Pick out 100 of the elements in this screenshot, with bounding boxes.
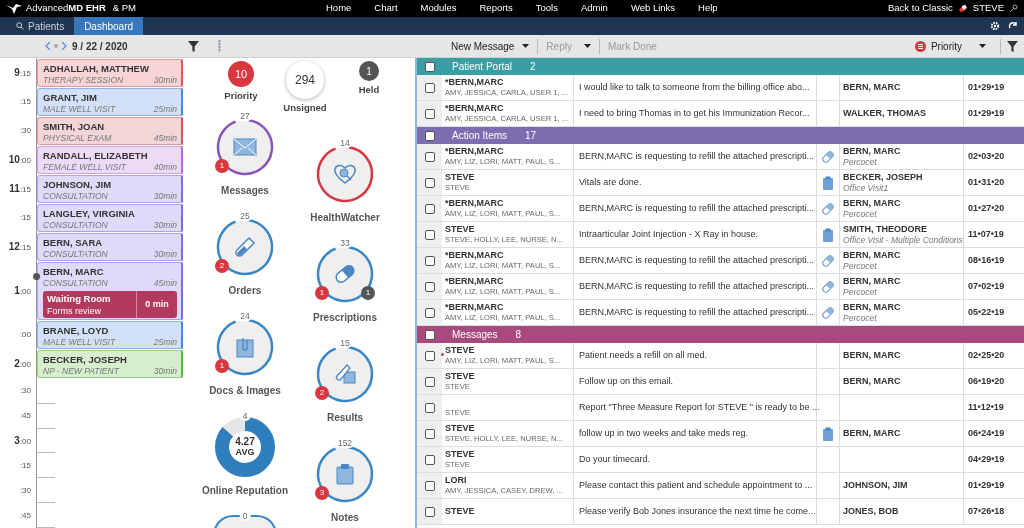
appointment-card[interactable]: BRANE, LOYD MALE WELL VISIT 25min [37, 321, 183, 349]
menu-item[interactable]: Help [698, 1, 718, 16]
checkbox[interactable] [424, 281, 435, 292]
appointment-card[interactable]: RANDALL, ELIZABETH FEMALE WELL VISIT 40min [37, 146, 183, 174]
widget-label[interactable]: Prescriptions [313, 310, 377, 326]
group-header[interactable]: Messages 8 [417, 326, 1024, 343]
time-label: 9:15 [14, 68, 31, 78]
message-date: 11•07•19 [968, 227, 1004, 241]
counter-label[interactable]: Unsigned [283, 101, 327, 116]
sender: STEVE [445, 371, 476, 382]
menu-item[interactable]: Reports [479, 1, 513, 16]
checkbox[interactable] [424, 255, 435, 266]
checkbox[interactable] [424, 428, 435, 439]
filter-icon[interactable] [187, 40, 199, 52]
widget-label[interactable]: Online Reputation [201, 483, 289, 499]
next-day-icon[interactable] [61, 42, 67, 50]
sender: STEVE [445, 506, 476, 517]
checkbox[interactable] [424, 108, 435, 119]
bird-logo-icon [6, 3, 22, 14]
checkbox[interactable] [424, 480, 435, 491]
back-to-classic-link[interactable]: Back to Classic [887, 1, 953, 16]
checkbox[interactable] [424, 307, 435, 318]
checkbox[interactable] [424, 329, 435, 340]
app-logo-suffix: & PM [112, 1, 136, 16]
checkbox[interactable] [424, 350, 435, 361]
widget-label[interactable]: HealthWatcher [310, 210, 380, 226]
menu-item[interactable]: Home [326, 1, 352, 16]
refresh-icon[interactable] [1008, 21, 1018, 31]
appointment-card[interactable]: BECKER, JOSEPH NP - NEW PATIENT 30min [37, 350, 183, 378]
time-label: :30 [19, 387, 31, 396]
message-preview: BERN,MARC is requesting to refill the attached prescripti... [579, 305, 815, 319]
checkbox[interactable] [424, 454, 435, 465]
counter-label[interactable]: Held [358, 83, 380, 98]
widget-label[interactable]: Results [326, 410, 364, 426]
appointment-card[interactable]: LANGLEY, VIRGINIA CONSULTATION 30min [37, 204, 183, 232]
message-preview: BERN,MARC is requesting to refill the attached prescripti... [579, 253, 815, 267]
widget-count: 27 [237, 111, 253, 122]
badge-count: 2 [215, 259, 229, 274]
widget-count: 14 [337, 138, 353, 149]
time-label: :15 [19, 214, 31, 222]
appointment-card[interactable]: JOHNSON, JIM CONSULTATION 30min [37, 175, 183, 203]
badge-count: 1 [315, 286, 329, 301]
appointment-card[interactable]: BERN, SARA CONSULTATION 30min [37, 233, 183, 261]
appointment-card[interactable]: ADHALLAH, MATTHEW THERAPY SESSION 30min [37, 59, 183, 87]
visit-detail: Percocet [843, 208, 878, 220]
message-row[interactable]: STEVE Please verify Bob Jones insurance the next time he come... JONES, BOB 07•26•18 [417, 499, 1024, 525]
patient-name: RANDALL, ELIZABETH [43, 149, 149, 162]
settings-icon[interactable] [990, 21, 1000, 31]
visit-type: CONSULTATION [43, 191, 108, 202]
checkbox[interactable] [424, 203, 435, 214]
appointment-card[interactable]: SMITH, JOAN PHYSICAL EXAM 45min [37, 117, 183, 145]
counter-badge[interactable]: 1 [359, 61, 379, 81]
widget-label[interactable]: Messages [221, 183, 269, 199]
menu-item[interactable]: Web Links [630, 1, 676, 16]
checkbox[interactable] [424, 61, 435, 72]
counter-label[interactable]: Priority [224, 89, 258, 104]
appointment-card[interactable]: GRANT, JIM MALE WELL VISIT 25min [37, 88, 183, 116]
menu-item[interactable]: Tools [535, 1, 558, 16]
counter-badge[interactable]: 294 [286, 61, 324, 99]
group-title: Patient Portal [452, 60, 513, 74]
menu-item[interactable]: Chart [374, 1, 398, 16]
widget-count: 24 [237, 311, 253, 322]
menu-item[interactable]: Modules [420, 1, 457, 16]
visit-type: CONSULTATION [43, 249, 108, 260]
checkbox[interactable] [424, 402, 435, 413]
badge-count: 2 [315, 386, 329, 401]
message-preview: Vitals are done. [579, 175, 642, 189]
checkbox[interactable] [424, 130, 435, 141]
checkbox[interactable] [424, 151, 435, 162]
filter-icon[interactable] [1007, 40, 1018, 52]
test-tube-icon [234, 236, 256, 259]
clipboard-icon [822, 175, 834, 190]
widget-label[interactable]: Docs & Images [209, 383, 281, 399]
sender: *BERN,MARC [445, 77, 505, 88]
checkbox[interactable] [424, 82, 435, 93]
menu-item[interactable]: Admin [580, 1, 608, 16]
checkbox[interactable] [424, 177, 435, 188]
nav-tab[interactable]: Dashboard [74, 17, 144, 35]
nav-tab[interactable]: Patients [6, 17, 75, 35]
sort-dropdown[interactable]: Priority [914, 38, 994, 54]
waiting-room-card[interactable]: Waiting Room Forms review 0 min [43, 291, 177, 318]
widget-label[interactable]: Orders [228, 283, 262, 299]
checkbox[interactable] [424, 376, 435, 387]
group-header[interactable]: Action Items 17 [417, 127, 1024, 144]
pill-icon [821, 149, 835, 164]
widget-count: 15 [337, 338, 353, 349]
schedule-date[interactable]: 9 / 22 / 2020 [72, 38, 128, 54]
counter-badge[interactable]: 10 [228, 61, 254, 87]
widget-label[interactable]: Notes [331, 510, 359, 526]
pill-icon [821, 305, 835, 320]
checkbox[interactable] [424, 506, 435, 517]
checkbox[interactable] [424, 229, 435, 240]
previous-day-icon[interactable] [45, 42, 51, 50]
patient-name: BERN, MARC [43, 265, 105, 278]
rating-donut[interactable]: 4.27 AVG 4 [213, 415, 277, 480]
user-name[interactable]: STEVE [972, 1, 1004, 16]
key-icon[interactable] [1009, 4, 1018, 13]
appointment-card[interactable]: BERN, MARC CONSULTATION 45min Waiting Room Forms review 0 min [37, 262, 183, 320]
new-message-button[interactable]: New Message [451, 38, 536, 54]
message-preview: Please verify Bob Jones insurance the next time he come... [579, 504, 816, 518]
